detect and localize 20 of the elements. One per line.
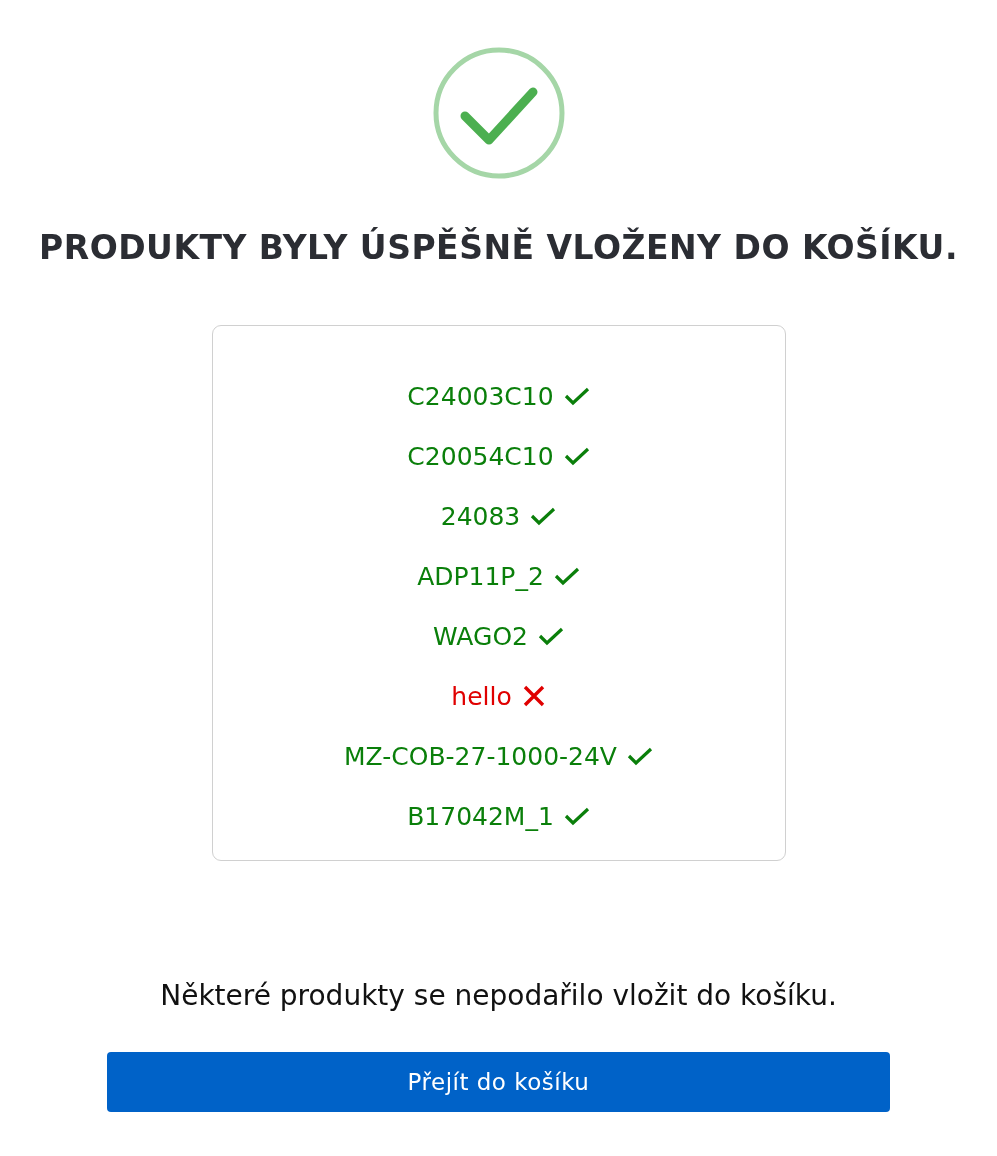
checkmark-icon xyxy=(538,626,564,646)
checkmark-icon xyxy=(530,506,557,526)
checkmark-icon xyxy=(563,806,590,826)
success-check-icon xyxy=(431,46,566,180)
checkmark-icon xyxy=(553,566,580,586)
product-code: WAGO2 xyxy=(433,621,528,651)
product-code: B17042M_1 xyxy=(407,801,554,831)
page-title: PRODUKTY BYLY ÚSPĚŠNĚ VLOŽENY DO KOŠÍKU. xyxy=(39,228,958,267)
product-code: C20054C10 xyxy=(407,441,554,471)
checkmark-icon xyxy=(627,746,653,766)
checkmark-icon xyxy=(563,386,590,406)
product-code: MZ-COB-27-1000-24V xyxy=(344,741,617,771)
product-code: 24083 xyxy=(440,501,521,531)
warning-message: Některé produkty se nepodařilo vložit do košíku. xyxy=(160,979,837,1012)
product-code: hello xyxy=(451,681,512,711)
product-code: C24003C10 xyxy=(407,381,554,411)
product-code: ADP11P_2 xyxy=(417,561,544,591)
checkmark-icon xyxy=(563,446,590,466)
go-to-cart-button[interactable]: Přejít do košíku xyxy=(107,1052,890,1112)
cross-icon xyxy=(521,684,546,708)
